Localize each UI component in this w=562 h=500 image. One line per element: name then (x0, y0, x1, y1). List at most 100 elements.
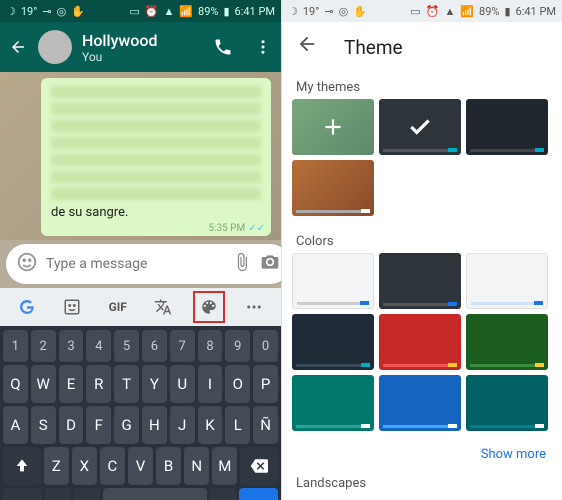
my-themes-grid (282, 99, 562, 226)
message-input[interactable] (46, 256, 224, 272)
add-theme-button[interactable] (292, 99, 374, 155)
alarm-icon: ⏰ (145, 5, 159, 18)
key-a[interactable]: A (3, 406, 28, 444)
theme-header: Theme (282, 22, 562, 72)
key-h[interactable]: H (142, 406, 167, 444)
theme-palette-icon[interactable] (193, 291, 225, 323)
comma-key[interactable]: , (45, 488, 71, 500)
key-t[interactable]: T (114, 365, 139, 403)
theme-tealdeep[interactable] (466, 375, 548, 431)
translate-icon[interactable] (147, 291, 179, 323)
avatar[interactable] (38, 30, 72, 64)
key-3[interactable]: 3 (59, 330, 84, 362)
key-c[interactable]: C (100, 447, 125, 485)
emoji-kb-key[interactable] (74, 488, 100, 500)
key-5[interactable]: 5 (114, 330, 139, 362)
theme-charcoal[interactable] (379, 253, 461, 309)
period-key[interactable]: . (210, 488, 236, 500)
theme-lightblue[interactable] (466, 253, 548, 309)
space-key[interactable]: ES · EN (103, 488, 207, 500)
key-k[interactable]: K (198, 406, 223, 444)
temp: 19° (21, 5, 37, 18)
shift-key[interactable] (3, 447, 41, 485)
key-1[interactable]: 1 (3, 330, 28, 362)
show-more-link[interactable]: Show more (282, 441, 562, 468)
theme-dark[interactable] (466, 99, 548, 155)
enter-key[interactable] (239, 488, 278, 500)
key-w[interactable]: W (31, 365, 56, 403)
theme-selected[interactable] (379, 99, 461, 155)
backspace-key[interactable] (240, 447, 278, 485)
hand-icon: ✋ (71, 5, 85, 18)
key-ñ[interactable]: Ñ (253, 406, 278, 444)
key-e[interactable]: E (59, 365, 84, 403)
battery-icon: ▮ (223, 5, 229, 18)
key-0[interactable]: 0 (253, 330, 278, 362)
key-d[interactable]: D (59, 406, 84, 444)
theme-white[interactable] (292, 253, 374, 309)
key-9[interactable]: 9 (225, 330, 250, 362)
key-x[interactable]: X (72, 447, 97, 485)
camera-icon[interactable] (260, 252, 280, 276)
key-z[interactable]: Z (44, 447, 69, 485)
message-bubble[interactable]: de su sangre. 5:35 PM ✓✓ (41, 78, 271, 236)
keyboard: 1234567890 QWERTYUIOP ASDFGHJKLÑ ZXCVBNM… (0, 326, 281, 500)
key-o[interactable]: O (225, 365, 250, 403)
message-input-pill (6, 244, 281, 284)
sticker-icon[interactable] (56, 291, 88, 323)
key-l[interactable]: L (225, 406, 250, 444)
key-v[interactable]: V (128, 447, 153, 485)
google-icon[interactable] (11, 291, 43, 323)
key-p[interactable]: P (253, 365, 278, 403)
key-r[interactable]: R (86, 365, 111, 403)
theme-red[interactable] (379, 314, 461, 370)
read-icon: ✓✓ (248, 223, 265, 234)
emoji-icon[interactable] (16, 251, 38, 277)
gif-button[interactable]: GIF (102, 291, 134, 323)
key-f[interactable]: F (86, 406, 111, 444)
theme-blue[interactable] (379, 375, 461, 431)
key-s[interactable]: S (31, 406, 56, 444)
section-my-themes: My themes (282, 72, 562, 99)
key-u[interactable]: U (170, 365, 195, 403)
theme-navy[interactable] (292, 314, 374, 370)
clock: 6:41 PM (235, 5, 275, 18)
key-q[interactable]: Q (3, 365, 28, 403)
theme-green[interactable] (466, 314, 548, 370)
contact-name[interactable]: Hollywood (82, 31, 203, 50)
alarm-icon: ⏰ (426, 5, 440, 18)
row-bottom: ?123 , ES · EN . (3, 488, 278, 500)
symbol-key[interactable]: ?123 (3, 488, 42, 500)
key-4[interactable]: 4 (86, 330, 111, 362)
back-arrow-icon[interactable] (296, 33, 318, 61)
key-i[interactable]: I (198, 365, 223, 403)
battery-text: 89% (198, 5, 218, 18)
back-icon[interactable] (8, 37, 28, 57)
moon-icon: ☽ (288, 5, 298, 18)
hand-icon: ✋ (353, 5, 367, 18)
attach-icon[interactable] (232, 252, 252, 276)
key-b[interactable]: B (156, 447, 181, 485)
colors-grid (282, 253, 562, 441)
key-y[interactable]: Y (142, 365, 167, 403)
status-bar: ☽ 19° ⊸ ◎ ✋ ▭ ⏰ ▲ 📶 89% ▮ 6:41 PM (0, 0, 281, 22)
section-landscapes: Landscapes (282, 468, 562, 495)
call-icon[interactable] (213, 37, 233, 57)
key-j[interactable]: J (170, 406, 195, 444)
key-n[interactable]: N (184, 447, 209, 485)
chat-area[interactable]: de su sangre. 5:35 PM ✓✓ (0, 72, 281, 240)
theme-teal[interactable] (292, 375, 374, 431)
theme-screen: ☽ 19° ⊸ ◎ ✋ ▭ ⏰ ▲ 📶 89% ▮ 6:41 PM Theme … (281, 0, 562, 500)
more-icon[interactable] (238, 291, 270, 323)
key-6[interactable]: 6 (142, 330, 167, 362)
theme-photo[interactable] (292, 160, 374, 216)
key-g[interactable]: G (114, 406, 139, 444)
menu-icon[interactable] (253, 37, 273, 57)
key-7[interactable]: 7 (170, 330, 195, 362)
target-icon: ◎ (339, 5, 349, 18)
key-m[interactable]: M (212, 447, 237, 485)
key-8[interactable]: 8 (198, 330, 223, 362)
row-1: QWERTYUIOP (3, 365, 278, 403)
contact-sub: You (82, 50, 203, 64)
key-2[interactable]: 2 (31, 330, 56, 362)
